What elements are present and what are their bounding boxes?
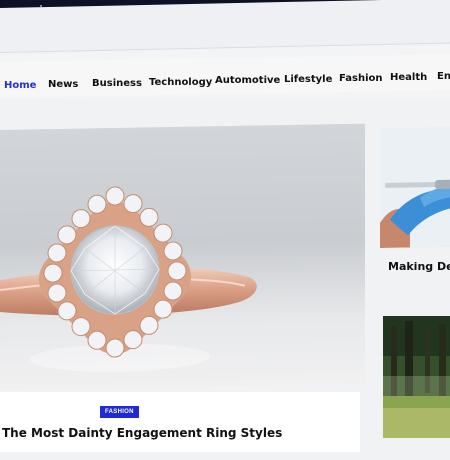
site-header (0, 0, 450, 52)
engagement-ring-image (0, 186, 257, 372)
nav-item-entertainment[interactable]: Ent (437, 71, 450, 82)
nav-item-health[interactable]: Health (390, 72, 427, 83)
side-article-title-1[interactable]: Making Den (388, 260, 450, 273)
nav-item-news[interactable]: News (48, 79, 78, 90)
nav-item-fashion[interactable]: Fashion (339, 73, 382, 84)
nav-item-home[interactable]: Home (4, 80, 36, 91)
hero-article-title[interactable]: The Most Dainty Engagement Ring Styles (2, 426, 282, 440)
hero-image[interactable] (0, 123, 365, 390)
side-article-image-2[interactable] (383, 316, 450, 438)
hero-caption-card (0, 392, 360, 452)
dental-treatment-image (380, 126, 450, 248)
category-badge[interactable]: FASHION (100, 406, 139, 418)
nav-item-technology[interactable]: Technology (149, 77, 212, 88)
forest-image (383, 316, 450, 438)
nav-item-business[interactable]: Business (92, 78, 142, 89)
nav-item-lifestyle[interactable]: Lifestyle (284, 74, 332, 85)
nav-item-automotive[interactable]: Automotive (215, 75, 280, 86)
side-article-image-1[interactable] (380, 126, 450, 248)
